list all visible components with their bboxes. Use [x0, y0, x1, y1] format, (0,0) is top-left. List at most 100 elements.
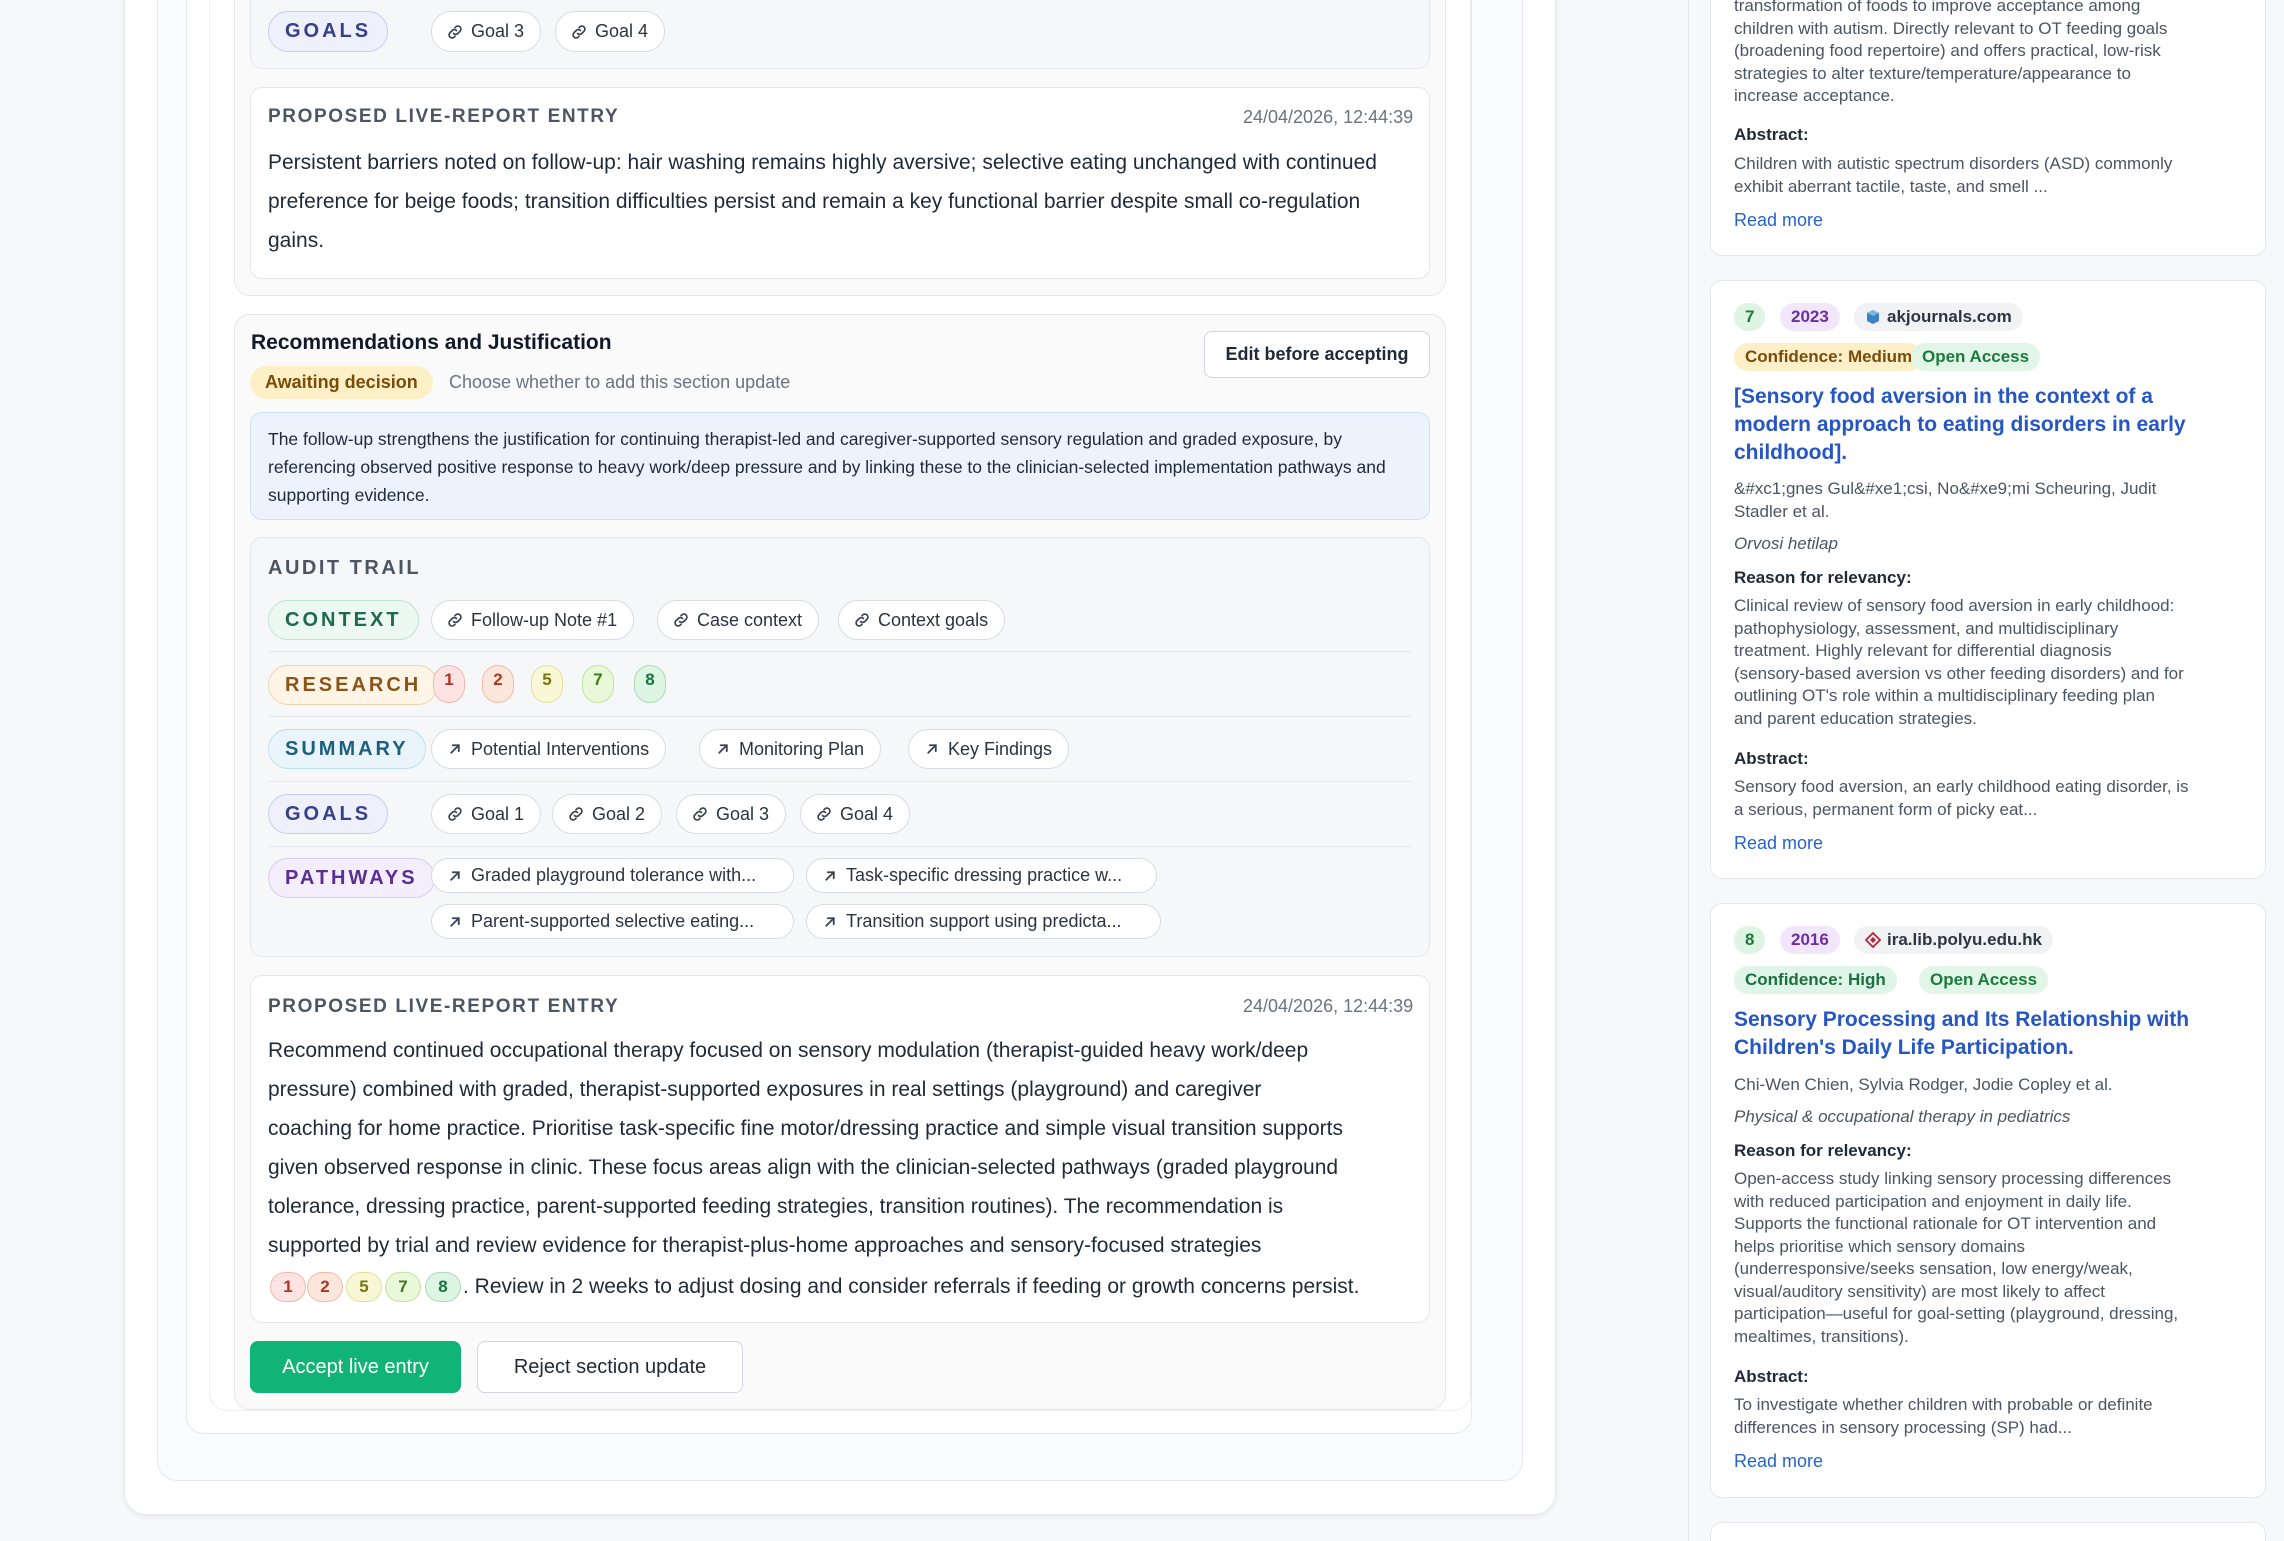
pathway-chip-playground[interactable]: Graded playground tolerance with...: [431, 858, 794, 893]
entry-citation-7[interactable]: 7: [385, 1272, 421, 1302]
confidence-badge: Confidence: Medium: [1734, 343, 1924, 371]
arrow-up-right-icon: [718, 744, 728, 754]
pathway-chip-dressing[interactable]: Task-specific dressing practice w...: [806, 858, 1157, 893]
ref-title-link[interactable]: Sensory Processing and Its Relationship …: [1734, 1006, 2246, 1062]
arrow-up-right-icon: [825, 870, 835, 881]
chip-label: Goal 3: [716, 803, 770, 824]
summary-chip-monitoring-plan[interactable]: Monitoring Plan: [699, 729, 882, 769]
entry-line: tolerance, dressing practice, parent-sup…: [268, 1195, 1284, 1218]
link-icon: [855, 613, 869, 627]
link-icon: [448, 807, 462, 821]
goal-chip-3[interactable]: Goal 3: [431, 11, 542, 52]
context-chip-followup-note[interactable]: Follow-up Note #1: [431, 600, 635, 640]
arrow-up-right-icon: [927, 744, 937, 754]
entry-citation-5[interactable]: 5: [346, 1272, 382, 1302]
open-access-badge: Open Access: [1919, 966, 2049, 994]
justification-text: The follow-up strengthens the justificat…: [268, 429, 1386, 505]
diamond-icon: [1865, 932, 1881, 948]
chip-label: Parent-supported selective eating...: [471, 911, 755, 931]
status-badge: Awaiting decision: [250, 366, 433, 399]
audit-trail-heading: AUDIT TRAIL: [268, 557, 422, 579]
chip-label: Goal 1: [471, 803, 525, 824]
chip-label: Case context: [697, 609, 803, 630]
entry-citation-8[interactable]: 8: [425, 1272, 461, 1302]
entry-timestamp: 24/04/2026, 12:44:39: [1243, 107, 1414, 127]
research-ref-7[interactable]: 7: [582, 665, 614, 703]
read-more-link[interactable]: Read more: [1734, 1451, 1823, 1472]
chip-label: Goal 4: [840, 803, 894, 824]
pathway-chip-eating[interactable]: Parent-supported selective eating...: [431, 904, 794, 939]
entry-citation-1[interactable]: 1: [270, 1272, 306, 1302]
entry-heading: PROPOSED LIVE-REPORT ENTRY: [268, 106, 620, 127]
audit-divider: [268, 651, 1412, 652]
entry-line: given observed response in clinic. These…: [268, 1156, 1339, 1179]
reason-label: Reason for relevancy:: [1734, 568, 1912, 587]
chip-label: Key Findings: [948, 738, 1053, 759]
research-ref-1[interactable]: 1: [433, 665, 465, 703]
audit-divider: [268, 716, 1412, 717]
context-tag: CONTEXT: [268, 600, 419, 640]
relevancy-text: transformation of foods to improve accep…: [1734, 0, 2168, 105]
chip-label: Goal 3: [471, 21, 525, 41]
accept-live-entry-button[interactable]: Accept live entry: [250, 1341, 461, 1393]
ref-number-badge: 7: [1734, 303, 1766, 331]
chip-label: Graded playground tolerance with...: [471, 865, 757, 885]
open-access-badge: Open Access: [1911, 343, 2041, 371]
arrow-up-right-icon: [450, 916, 460, 927]
abstract-label: Abstract:: [1734, 1367, 1809, 1386]
ref-authors: &#xc1;gnes Gul&#xe1;csi, No&#xe9;mi Sche…: [1734, 479, 2157, 521]
reject-section-update-button[interactable]: Reject section update: [477, 1341, 743, 1393]
research-ref-5[interactable]: 5: [531, 665, 563, 703]
research-ref-8[interactable]: 8: [634, 665, 666, 703]
arrow-up-right-icon: [450, 870, 460, 881]
ref-journal: Physical & occupational therapy in pedia…: [1734, 1107, 2071, 1126]
ref-source-badge: akjournals.com: [1854, 303, 2023, 331]
summary-chip-potential-interventions[interactable]: Potential Interventions: [431, 729, 667, 769]
goal-chip-4[interactable]: Goal 4: [555, 11, 666, 52]
research-ref-2[interactable]: 2: [482, 665, 514, 703]
context-chip-context-goals[interactable]: Context goals: [838, 600, 1006, 640]
abstract-text: Sensory food aversion, an early childhoo…: [1734, 777, 2189, 819]
link-icon: [693, 807, 707, 821]
abstract-label: Abstract:: [1734, 125, 1809, 144]
chip-label: Monitoring Plan: [739, 738, 865, 759]
chip-label: Context goals: [878, 609, 989, 630]
goal-chip-4[interactable]: Goal 4: [800, 794, 911, 834]
entry-text: Recommend continued occupational therapy…: [268, 1031, 1428, 1265]
ref-year-badge: 2016: [1780, 926, 1840, 954]
link-icon: [569, 807, 583, 821]
ref-title-link[interactable]: [Sensory food aversion in the context of…: [1734, 383, 2246, 467]
entry-line: coaching for home practice. Prioritise t…: [268, 1117, 1343, 1140]
read-more-link[interactable]: Read more: [1734, 833, 1823, 854]
research-tag: RESEARCH: [268, 665, 439, 705]
ref-authors: Chi-Wen Chien, Sylvia Rodger, Jodie Copl…: [1734, 1075, 2113, 1094]
reason-text: Open-access study linking sensory proces…: [1734, 1169, 2179, 1346]
audit-divider: [268, 846, 1412, 847]
goal-chip-1[interactable]: Goal 1: [431, 794, 542, 834]
goal-chip-2[interactable]: Goal 2: [552, 794, 663, 834]
goal-chip-3[interactable]: Goal 3: [676, 794, 787, 834]
context-chip-case-context[interactable]: Case context: [657, 600, 820, 640]
arrow-up-right-icon: [450, 744, 460, 754]
confidence-badge: Confidence: High: [1734, 966, 1897, 994]
entry-heading: PROPOSED LIVE-REPORT ENTRY: [268, 996, 620, 1017]
summary-chip-key-findings[interactable]: Key Findings: [908, 729, 1070, 769]
edit-before-accepting-button[interactable]: Edit before accepting: [1204, 331, 1430, 378]
link-icon: [448, 24, 462, 39]
reason-text: Clinical review of sensory food aversion…: [1734, 596, 2184, 728]
entry-tail-text: . Review in 2 weeks to adjust dosing and…: [463, 1275, 1360, 1298]
audit-divider: [268, 781, 1412, 782]
ref-number-badge: 8: [1734, 926, 1766, 954]
abstract-text: To investigate whether children with pro…: [1734, 1395, 2153, 1437]
arrow-up-right-icon: [825, 916, 835, 927]
pathway-chip-transition[interactable]: Transition support using predicta...: [806, 904, 1161, 939]
reference-card: [1710, 1522, 2266, 1541]
entry-line: Recommend continued occupational therapy…: [268, 1039, 1309, 1062]
chip-label: Goal 4: [595, 21, 649, 41]
entry-citation-2[interactable]: 2: [307, 1272, 343, 1302]
chip-label: Follow-up Note #1: [471, 609, 618, 630]
read-more-link[interactable]: Read more: [1734, 210, 1823, 231]
reason-label: Reason for relevancy:: [1734, 1141, 1912, 1160]
entry-timestamp: 24/04/2026, 12:44:39: [1243, 996, 1414, 1016]
link-icon: [572, 24, 586, 39]
